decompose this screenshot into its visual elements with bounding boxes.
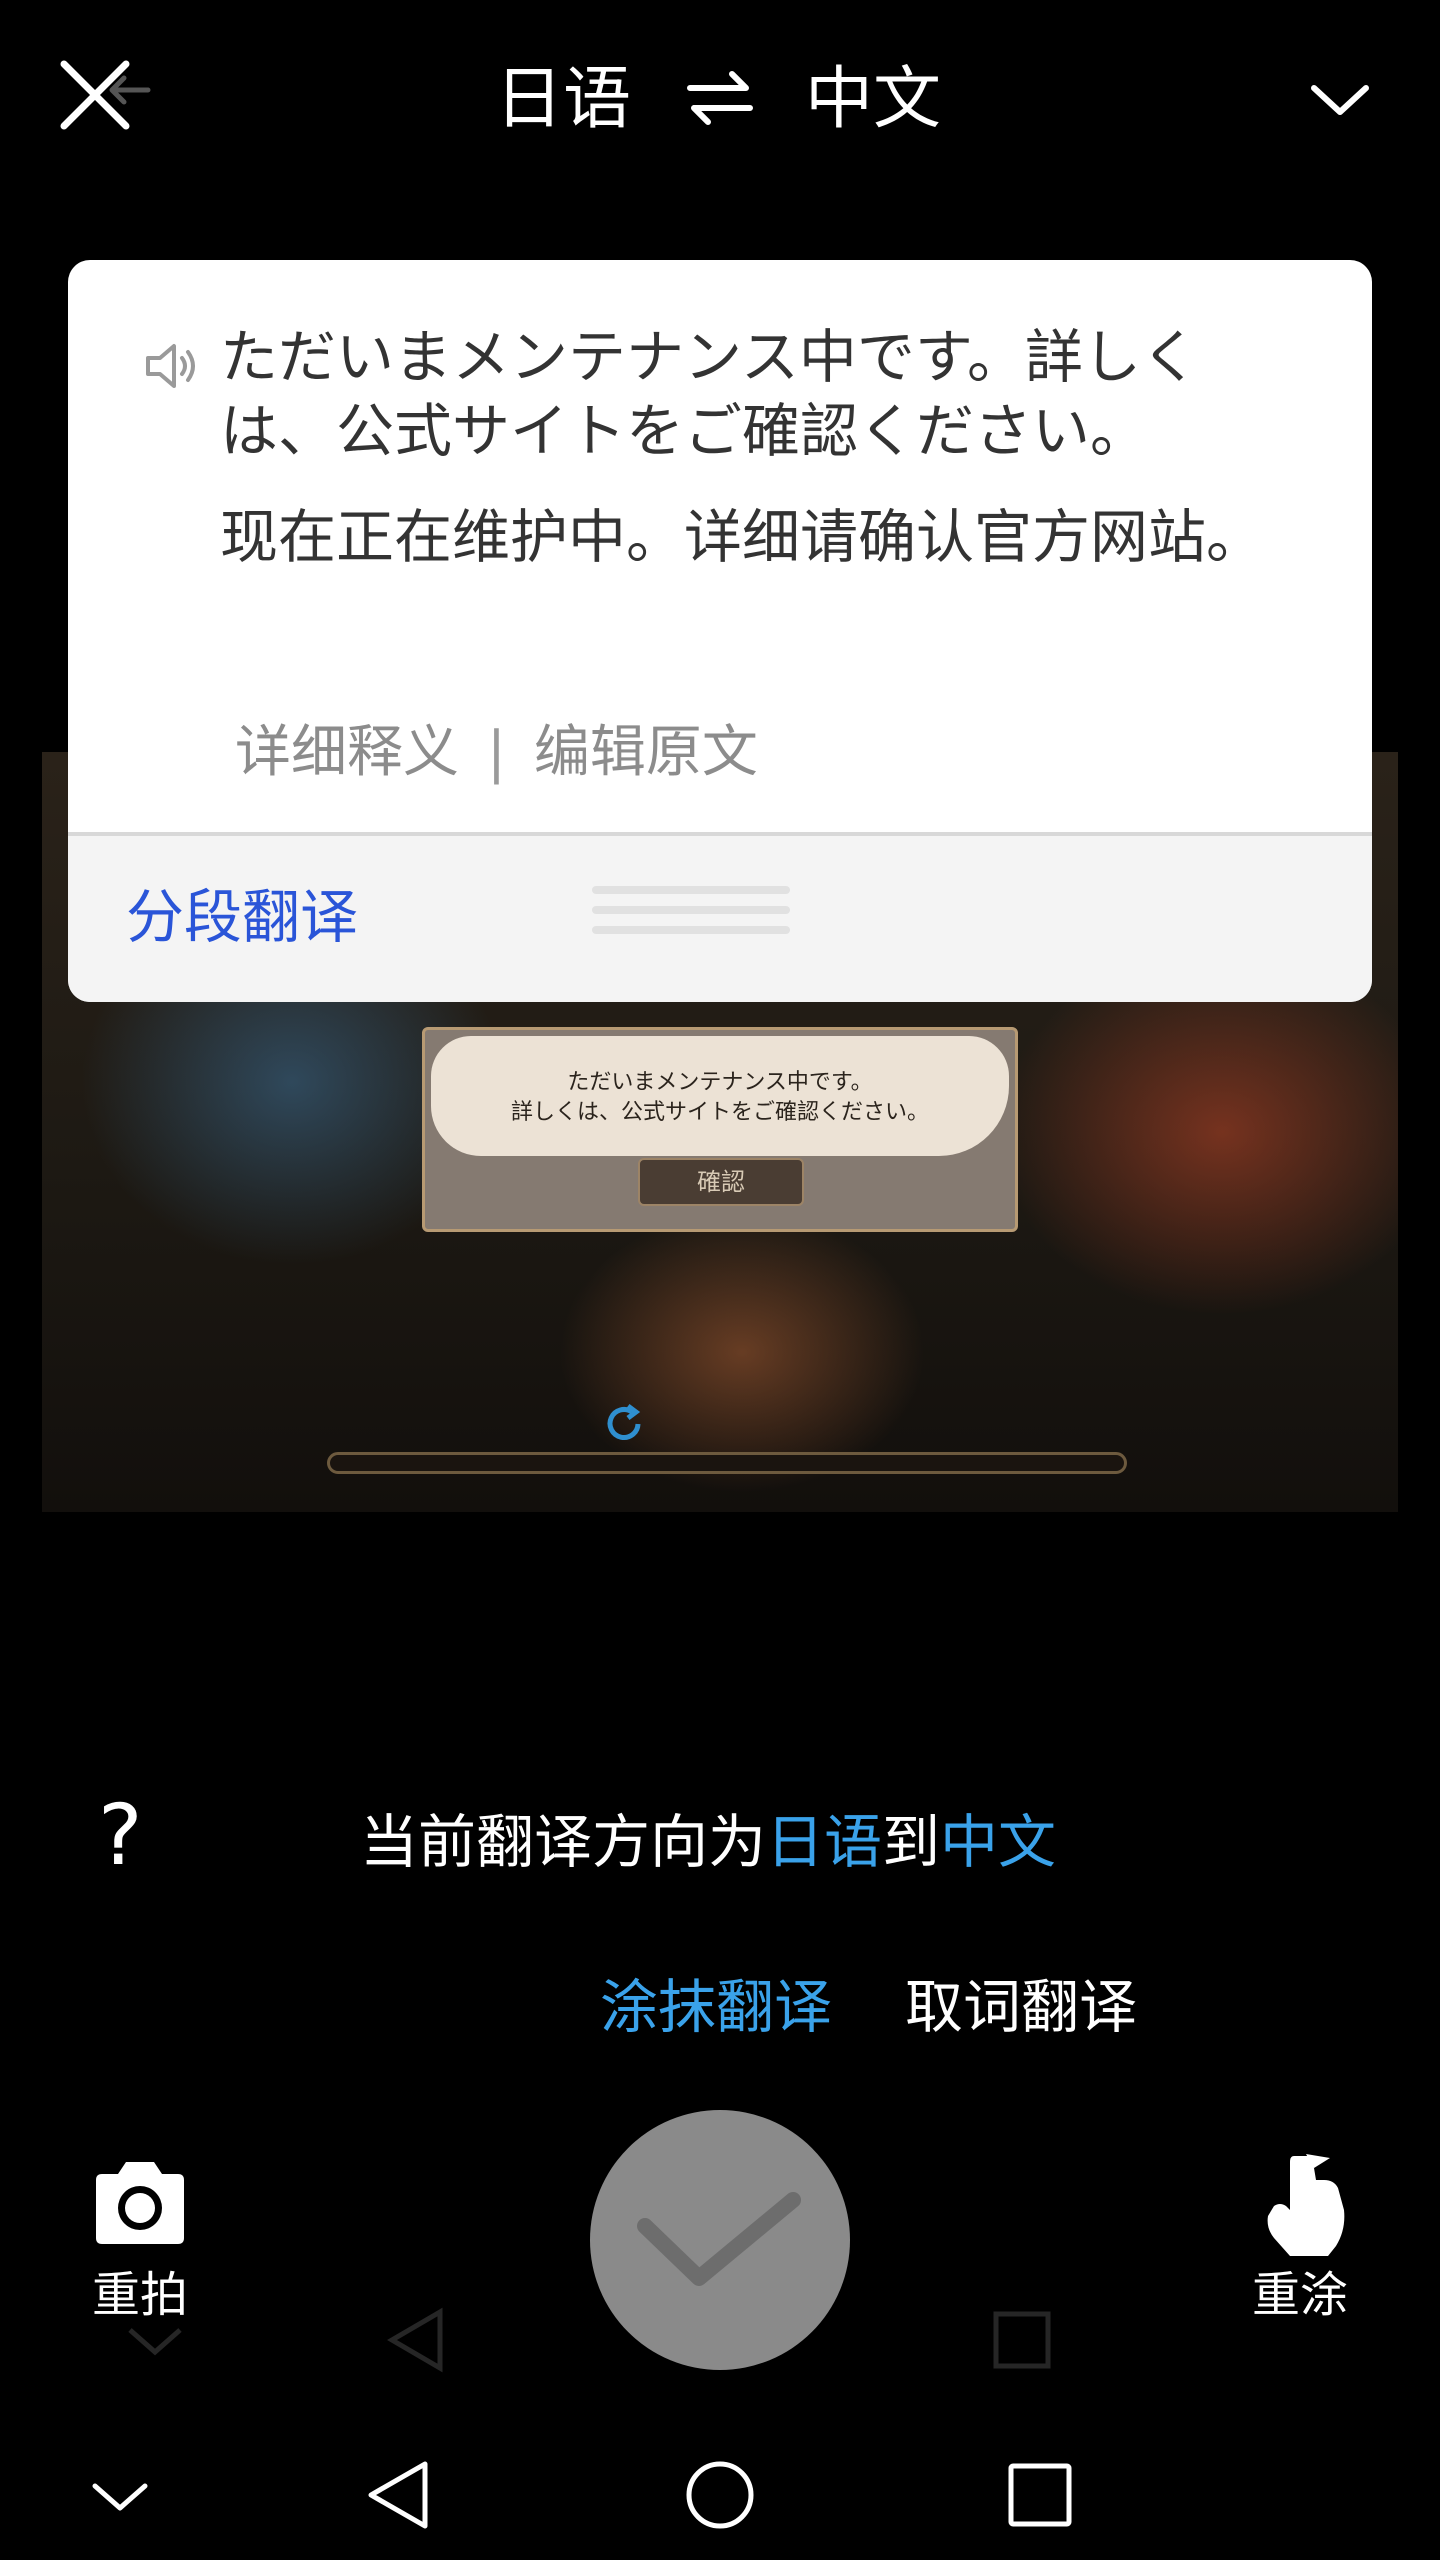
back-triangle-icon xyxy=(368,2461,428,2529)
direction-to: 中文 xyxy=(940,1808,1057,1876)
photo-translate-screen: 日语 中文 ただいまメンテナンス中です。 詳しくは、公式サイトをご確認ください。… xyxy=(0,0,1440,2560)
top-bar: 日语 中文 xyxy=(0,0,1440,200)
action-separator: | xyxy=(487,720,506,785)
chevron-down-icon xyxy=(92,2483,148,2511)
hand-pointer-icon xyxy=(1267,2154,1345,2256)
card-actions: 详细释义 | 编辑原文 xyxy=(235,708,758,798)
translation-text: 现在正在维护中。详细请确认官方网站。 xyxy=(220,503,1265,571)
nav-recents-button[interactable] xyxy=(995,2450,1085,2540)
collapse-button[interactable] xyxy=(1300,60,1380,140)
swap-icon xyxy=(687,71,753,125)
checkmark-icon xyxy=(637,2192,801,2286)
retake-button[interactable]: 重拍 xyxy=(70,2150,210,2330)
edit-source-link[interactable]: 编辑原文 xyxy=(534,720,758,785)
segment-translate-button[interactable]: 分段翻译 xyxy=(126,872,358,962)
detail-definition-link[interactable]: 详细释义 xyxy=(235,720,459,785)
help-button[interactable]: ? xyxy=(98,1790,158,1880)
translation-card: ただいまメンテナンス中です。詳しくは、公式サイトをご確認ください。 现在正在维护… xyxy=(68,260,1372,1002)
game-dialog-line-2: 詳しくは、公式サイトをご確認ください。 xyxy=(510,1100,929,1125)
translation-direction: 当前翻译方向为日语到中文 xyxy=(360,1800,1056,1884)
game-loading-bar xyxy=(327,1452,1127,1474)
home-circle-icon xyxy=(686,2461,754,2529)
direction-from: 日语 xyxy=(766,1808,883,1876)
game-dialog-text: ただいまメンテナンス中です。 詳しくは、公式サイトをご確認ください。 xyxy=(425,1068,1015,1128)
repaint-button[interactable]: 重涂 xyxy=(1230,2140,1370,2330)
speaker-icon xyxy=(146,344,195,388)
target-language-button[interactable]: 中文 xyxy=(805,50,941,150)
game-dialog: ただいまメンテナンス中です。 詳しくは、公式サイトをご確認ください。 確認 xyxy=(422,1027,1018,1232)
word-translate-tab[interactable]: 取词翻译 xyxy=(905,1965,1137,2049)
close-button[interactable] xyxy=(50,50,190,150)
direction-prefix: 当前翻译方向为 xyxy=(360,1808,767,1876)
confirm-button[interactable] xyxy=(590,2110,850,2370)
game-confirm-button: 確認 xyxy=(638,1158,804,1206)
source-language-button[interactable]: 日语 xyxy=(495,50,631,150)
drag-handle[interactable] xyxy=(592,886,790,948)
nav-back-button[interactable] xyxy=(355,2450,445,2540)
source-text: ただいまメンテナンス中です。詳しくは、公式サイトをご確認ください。 xyxy=(220,323,1200,465)
camera-icon xyxy=(96,2162,184,2244)
smear-translate-tab[interactable]: 涂抹翻译 xyxy=(600,1965,832,2049)
game-dialog-line-1: ただいまメンテナンス中です。 xyxy=(567,1070,873,1095)
speaker-button[interactable] xyxy=(140,334,204,398)
recents-square-icon xyxy=(1008,2463,1072,2527)
system-nav-bar xyxy=(0,2420,1440,2560)
nav-home-button[interactable] xyxy=(675,2450,765,2540)
chevron-down-icon xyxy=(1311,85,1369,115)
card-footer: 分段翻译 xyxy=(68,832,1372,1002)
nav-hide-button[interactable] xyxy=(75,2450,165,2540)
retake-label: 重拍 xyxy=(91,2267,188,2323)
repaint-label: 重涂 xyxy=(1251,2267,1348,2323)
reload-icon xyxy=(607,1404,641,1440)
swap-language-button[interactable] xyxy=(680,58,760,138)
direction-middle: 到 xyxy=(882,1808,941,1876)
close-icon xyxy=(60,60,151,130)
